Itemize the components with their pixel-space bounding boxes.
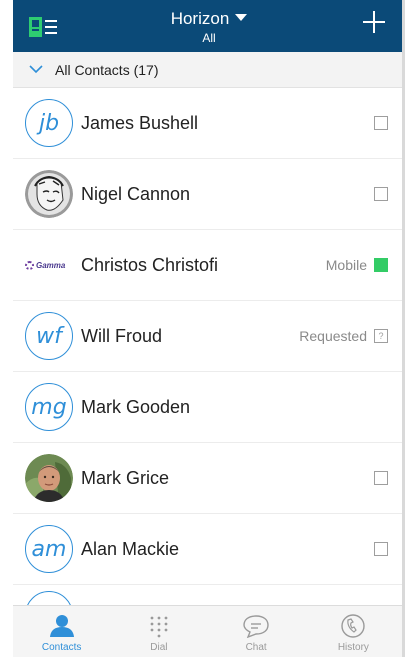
contact-status bbox=[374, 471, 388, 485]
contact-name: James Bushell bbox=[81, 112, 199, 133]
plus-icon[interactable] bbox=[363, 11, 385, 33]
app-frame: Horizon All All Contacts (17) jb James B… bbox=[13, 0, 405, 657]
avatar bbox=[25, 170, 73, 218]
avatar-initials: am bbox=[31, 536, 67, 562]
select-checkbox[interactable] bbox=[374, 471, 388, 485]
contact-row[interactable]: mg Mark Gooden bbox=[13, 372, 402, 443]
avatar-initials: wf bbox=[36, 323, 62, 349]
top-bar: Horizon All bbox=[13, 0, 405, 52]
status-text: Requested bbox=[299, 328, 367, 344]
contact-row[interactable]: jb James Bushell bbox=[13, 88, 402, 159]
account-title: Horizon bbox=[170, 9, 230, 28]
tab-chat[interactable]: Chat bbox=[208, 606, 305, 657]
contact-status bbox=[374, 116, 388, 130]
tab-history[interactable]: History bbox=[305, 606, 402, 657]
person-icon bbox=[47, 612, 77, 640]
contact-status: Requested ? bbox=[299, 328, 388, 344]
caret-down-icon bbox=[235, 14, 248, 21]
avatar: jb bbox=[25, 99, 73, 147]
chevron-down-icon bbox=[29, 65, 43, 74]
contact-row[interactable]: Nigel Cannon bbox=[13, 159, 402, 230]
avatar: wf bbox=[25, 312, 73, 360]
company-logo: Gamma bbox=[25, 260, 73, 270]
logo-mark-icon bbox=[25, 260, 34, 270]
logo-text: Gamma bbox=[36, 260, 66, 270]
dialpad-icon bbox=[144, 612, 174, 640]
avatar-photo bbox=[25, 170, 73, 218]
avatar: mg bbox=[25, 383, 73, 431]
avatar-initials: mg bbox=[31, 394, 67, 420]
tab-dial[interactable]: Dial bbox=[110, 606, 207, 657]
contacts-filter[interactable]: All Contacts (17) bbox=[13, 52, 405, 88]
contact-row[interactable]: Mark Grice bbox=[13, 443, 402, 514]
select-checkbox[interactable] bbox=[374, 187, 388, 201]
avatar-photo bbox=[25, 454, 73, 502]
avatar: am bbox=[25, 525, 73, 573]
contact-status bbox=[374, 187, 388, 201]
status-text: Mobile bbox=[325, 257, 367, 273]
avatar bbox=[25, 591, 73, 605]
contact-status bbox=[374, 542, 388, 556]
tab-label: History bbox=[337, 642, 369, 653]
chat-bubble-icon bbox=[241, 612, 271, 640]
contact-list[interactable]: jb James Bushell Nigel Cannon Gamma Chri… bbox=[13, 88, 402, 605]
clock-phone-icon bbox=[338, 612, 368, 640]
contact-name: Nigel Cannon bbox=[81, 183, 191, 204]
contact-status: Mobile bbox=[326, 257, 388, 273]
tab-label: Contacts bbox=[41, 642, 82, 653]
tab-label: Chat bbox=[245, 642, 267, 653]
account-selector[interactable]: Horizon All bbox=[13, 9, 405, 45]
contact-name: Mark Grice bbox=[81, 467, 170, 488]
select-checkbox[interactable] bbox=[374, 116, 388, 130]
presence-indicator bbox=[374, 258, 388, 272]
avatar-initials: jb bbox=[38, 110, 60, 136]
requested-icon: ? bbox=[374, 329, 388, 343]
contact-row[interactable]: am Alan Mackie bbox=[13, 514, 402, 585]
avatar bbox=[25, 454, 73, 502]
contact-row[interactable]: Gamma Christos Christofi Mobile bbox=[13, 230, 402, 301]
contact-name: Alan Mackie bbox=[81, 538, 180, 559]
bottom-tab-bar: Contacts Dial Chat History bbox=[13, 605, 402, 657]
filter-label: All Contacts (17) bbox=[55, 61, 159, 78]
contact-row-partial bbox=[13, 585, 402, 605]
tab-contacts[interactable]: Contacts bbox=[13, 606, 110, 657]
tab-label: Dial bbox=[150, 642, 168, 653]
contact-name: Mark Gooden bbox=[81, 396, 191, 417]
select-checkbox[interactable] bbox=[374, 542, 388, 556]
account-subtitle: All bbox=[202, 31, 216, 45]
contact-row[interactable]: wf Will Froud Requested ? bbox=[13, 301, 402, 372]
